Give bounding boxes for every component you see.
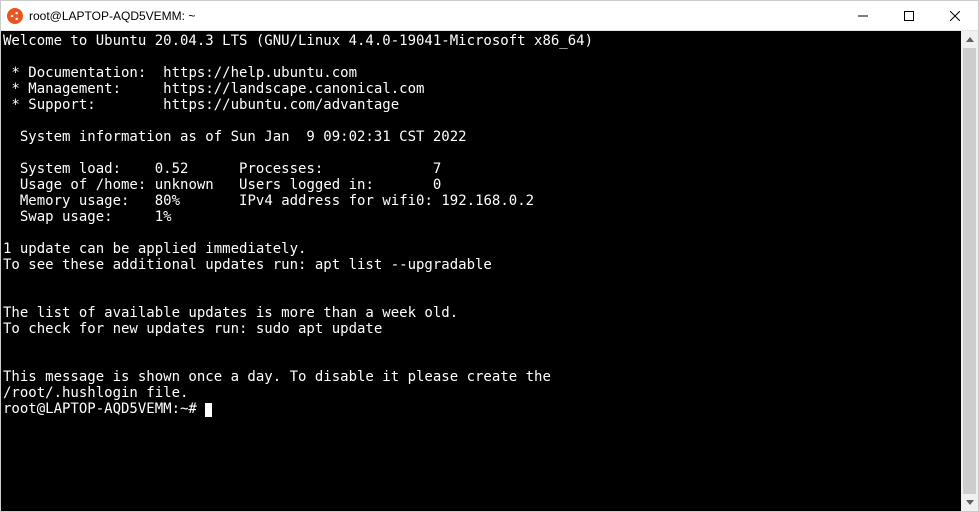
mgmt-label: * Management:: [3, 81, 121, 97]
usage-home-label: Usage of /home:: [3, 177, 146, 193]
close-button[interactable]: [932, 1, 978, 30]
stale-line2: To check for new updates run: sudo apt u…: [3, 321, 382, 337]
swap-label: Swap usage:: [3, 209, 113, 225]
window-title: root@LAPTOP-AQD5VEMM: ~: [29, 9, 195, 23]
memory-label: Memory usage:: [3, 193, 129, 209]
cursor: [205, 403, 212, 417]
sysload-value: 0.52: [155, 161, 189, 177]
users-label: Users logged in:: [239, 177, 374, 193]
stale-line1: The list of available updates is more th…: [3, 305, 458, 321]
support-url: https://ubuntu.com/advantage: [163, 97, 399, 113]
support-label: * Support:: [3, 97, 96, 113]
doc-url: https://help.ubuntu.com: [163, 65, 357, 81]
updates-line1: 1 update can be applied immediately.: [3, 241, 306, 257]
users-value: 0: [433, 177, 441, 193]
titlebar[interactable]: root@LAPTOP-AQD5VEMM: ~: [1, 1, 978, 31]
ipv4-value: 192.168.0.2: [441, 193, 534, 209]
maximize-button[interactable]: [886, 1, 932, 30]
updates-line2: To see these additional updates run: apt…: [3, 257, 492, 273]
scrollbar-thumb[interactable]: [963, 48, 976, 494]
content-area: Welcome to Ubuntu 20.04.3 LTS (GNU/Linux…: [1, 31, 978, 511]
memory-value: 80%: [155, 193, 180, 209]
terminal-window: root@LAPTOP-AQD5VEMM: ~ Welcome to Ubunt…: [0, 0, 979, 512]
usage-home-value: unknown: [155, 177, 214, 193]
processes-value: 7: [433, 161, 441, 177]
vertical-scrollbar[interactable]: [961, 31, 978, 511]
hush-line1: This message is shown once a day. To dis…: [3, 369, 551, 385]
scroll-down-arrow-icon[interactable]: [961, 494, 978, 511]
sysinfo-header: System information as of Sun Jan 9 09:02…: [3, 129, 467, 145]
doc-label: * Documentation:: [3, 65, 146, 81]
mgmt-url: https://landscape.canonical.com: [163, 81, 424, 97]
ubuntu-icon: [7, 8, 23, 24]
scroll-up-arrow-icon[interactable]: [961, 31, 978, 48]
sysload-label: System load:: [3, 161, 121, 177]
hush-line2: /root/.hushlogin file.: [3, 385, 188, 401]
shell-prompt: root@LAPTOP-AQD5VEMM:~#: [3, 401, 197, 417]
swap-value: 1%: [155, 209, 172, 225]
processes-label: Processes:: [239, 161, 323, 177]
ipv4-label: IPv4 address for wifi0:: [239, 193, 433, 209]
window-controls: [840, 1, 978, 30]
motd-welcome: Welcome to Ubuntu 20.04.3 LTS (GNU/Linux…: [3, 33, 593, 49]
terminal-output[interactable]: Welcome to Ubuntu 20.04.3 LTS (GNU/Linux…: [1, 31, 961, 511]
scrollbar-track[interactable]: [961, 48, 978, 494]
minimize-button[interactable]: [840, 1, 886, 30]
